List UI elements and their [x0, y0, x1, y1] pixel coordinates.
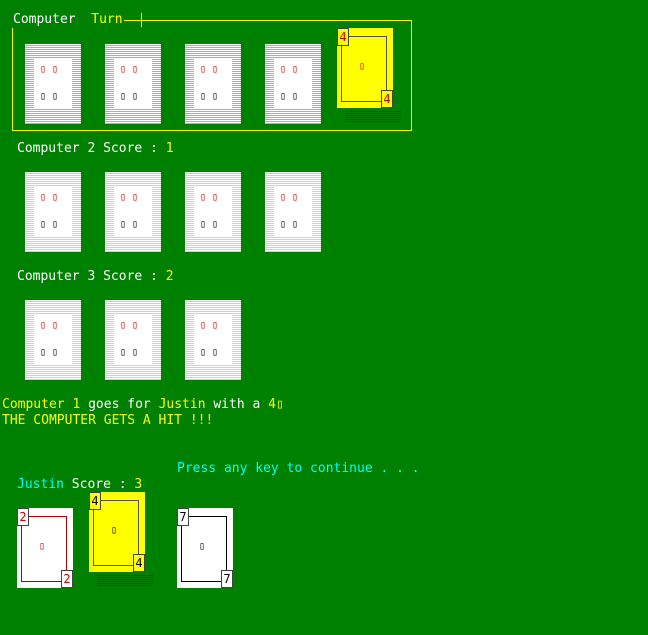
- card-shadow: [345, 110, 401, 122]
- computer1-card-back: ▯ ▯ ▯ ▯: [105, 44, 161, 124]
- card-rank-top: 2: [17, 508, 29, 526]
- card-back-glyphs-top: ▯ ▯: [40, 64, 59, 75]
- card-rank-top: 4: [89, 492, 101, 510]
- computer2-label: Computer 2 Score :: [17, 141, 166, 156]
- player-score-line: Justin Score : 3: [17, 477, 142, 493]
- computer3-score-line: Computer 3 Score : 2: [17, 269, 174, 285]
- card-back-glyphs-bottom: ▯ ▯: [120, 347, 139, 358]
- message-player: Computer 1: [2, 397, 81, 412]
- computer2-card-back: ▯ ▯ ▯ ▯: [25, 172, 81, 252]
- card-back-glyphs-top: ▯ ▯: [40, 320, 59, 331]
- player-name: Justin: [17, 477, 64, 492]
- computer3-card-back: ▯ ▯ ▯ ▯: [105, 300, 161, 380]
- card-back-glyphs-bottom: ▯ ▯: [200, 347, 219, 358]
- message-target: Justin: [158, 397, 206, 412]
- card-suit-glyph: ▯: [111, 525, 118, 536]
- card-rank-top: 4: [337, 28, 349, 46]
- card-back-glyphs-top: ▯ ▯: [200, 192, 219, 203]
- card-back-glyphs-top: ▯ ▯: [200, 64, 219, 75]
- card-suit-glyph: ▯: [39, 541, 46, 552]
- player-card-selected[interactable]: 4 ▯ 4: [89, 492, 145, 572]
- card-suit-glyph: ▯: [359, 61, 366, 72]
- computer1-played-card: 4 ▯ 4: [337, 28, 393, 108]
- computer3-card-back: ▯ ▯ ▯ ▯: [25, 300, 81, 380]
- computer2-card-back: ▯ ▯ ▯ ▯: [185, 172, 241, 252]
- card-rank-bottom: 4: [133, 554, 145, 572]
- hit-message: THE COMPUTER GETS A HIT !!!: [2, 413, 214, 428]
- card-back-glyphs-bottom: ▯ ▯: [40, 91, 59, 102]
- card-back-glyphs-top: ▯ ▯: [280, 192, 299, 203]
- card-back-glyphs-bottom: ▯ ▯: [280, 219, 299, 230]
- computer2-score: 1: [165, 141, 174, 156]
- card-shadow: [97, 574, 153, 586]
- player-score-label: Score :: [63, 477, 135, 492]
- card-back-glyphs-bottom: ▯ ▯: [120, 219, 139, 230]
- message-with-a: with a: [205, 397, 269, 412]
- computer3-card-back: ▯ ▯ ▯ ▯: [185, 300, 241, 380]
- computer3-score: 2: [165, 269, 174, 284]
- message-goes-for: goes for: [80, 397, 159, 412]
- card-back-glyphs-top: ▯ ▯: [120, 64, 139, 75]
- continue-prompt[interactable]: Press any key to continue . . .: [177, 461, 420, 477]
- computer2-score-line: Computer 2 Score : 1: [17, 141, 174, 157]
- computer2-card-back: ▯ ▯ ▯ ▯: [105, 172, 161, 252]
- card-back-glyphs-bottom: ▯ ▯: [200, 219, 219, 230]
- player-score: 3: [134, 477, 143, 492]
- player-card[interactable]: 2 ▯ 2: [17, 508, 73, 588]
- computer3-label: Computer 3 Score :: [17, 269, 166, 284]
- card-back-glyphs-top: ▯ ▯: [280, 64, 299, 75]
- card-rank-bottom: 4: [381, 90, 393, 108]
- card-rank-bottom: 2: [61, 570, 73, 588]
- card-back-glyphs-top: ▯ ▯: [40, 192, 59, 203]
- action-message: Computer 1 goes for Justin with a 4▯: [2, 397, 284, 413]
- computer1-label: Computer: [13, 12, 76, 27]
- message-card: 4▯: [268, 397, 284, 412]
- card-back-glyphs-bottom: ▯ ▯: [40, 219, 59, 230]
- card-back-glyphs-top: ▯ ▯: [120, 320, 139, 331]
- computer1-title: Computer Turn: [12, 12, 124, 28]
- computer1-card-back: ▯ ▯ ▯ ▯: [265, 44, 321, 124]
- computer2-card-back: ▯ ▯ ▯ ▯: [265, 172, 321, 252]
- card-back-glyphs-bottom: ▯ ▯: [200, 91, 219, 102]
- card-back-glyphs-top: ▯ ▯: [120, 192, 139, 203]
- card-back-glyphs-bottom: ▯ ▯: [120, 91, 139, 102]
- player-card[interactable]: 7 ▯ 7: [177, 508, 233, 588]
- card-back-glyphs-bottom: ▯ ▯: [280, 91, 299, 102]
- card-suit-glyph: ▯: [199, 541, 206, 552]
- computer1-card-back: ▯ ▯ ▯ ▯: [185, 44, 241, 124]
- card-rank-bottom: 7: [221, 570, 233, 588]
- card-rank-top: 7: [177, 508, 189, 526]
- computer1-card-back: ▯ ▯ ▯ ▯: [25, 44, 81, 124]
- frame-divider: [141, 13, 142, 27]
- turn-label: Turn: [91, 12, 123, 27]
- card-back-glyphs-bottom: ▯ ▯: [40, 347, 59, 358]
- card-back-glyphs-top: ▯ ▯: [200, 320, 219, 331]
